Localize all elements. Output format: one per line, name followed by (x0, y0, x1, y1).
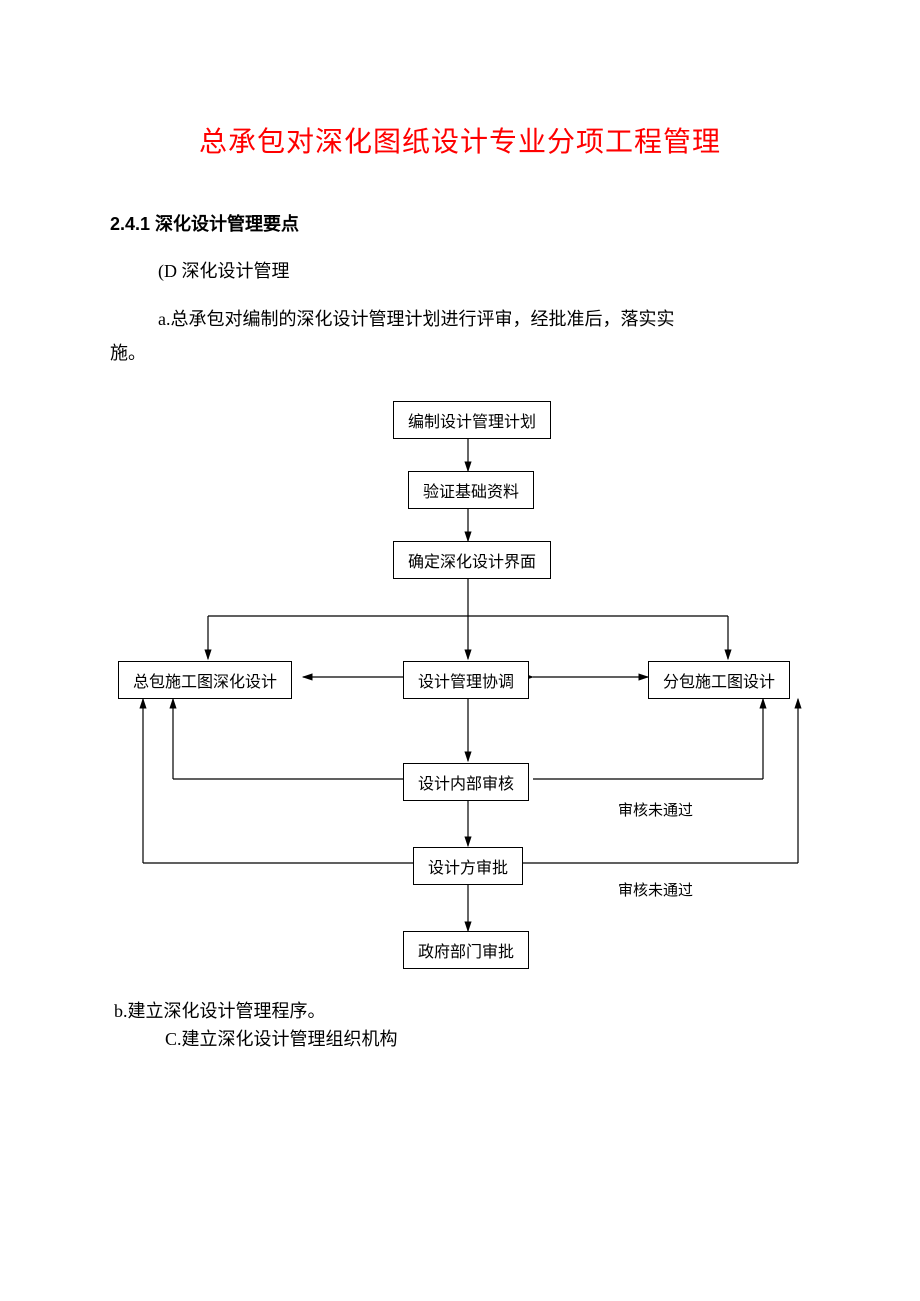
flow-node-plan: 编制设计管理计划 (393, 401, 551, 439)
document-title: 总承包对深化图纸设计专业分项工程管理 (110, 120, 810, 160)
flow-label-fail-1: 审核未通过 (618, 799, 693, 820)
paragraph-a-line2: 施。 (110, 336, 810, 370)
flow-node-internal-review: 设计内部审核 (403, 763, 529, 801)
flow-node-sub-design: 分包施工图设计 (648, 661, 790, 699)
flowchart: 编制设计管理计划 验证基础资料 确定深化设计界面 总包施工图深化设计 设计管理协… (118, 401, 818, 991)
flow-node-gov-approve: 政府部门审批 (403, 931, 529, 969)
flow-node-verify: 验证基础资料 (408, 471, 534, 509)
paragraph-d: (D 深化设计管理 (158, 254, 810, 288)
section-heading: 2.4.1 深化设计管理要点 (110, 210, 810, 236)
flow-node-interface: 确定深化设计界面 (393, 541, 551, 579)
paragraph-a-line1: a.总承包对编制的深化设计管理计划进行评审，经批准后，落实实 (158, 302, 810, 336)
flow-node-gc-design: 总包施工图深化设计 (118, 661, 292, 699)
flow-node-coord: 设计管理协调 (403, 661, 529, 699)
flow-label-fail-2: 审核未通过 (618, 879, 693, 900)
paragraph-b: b.建立深化设计管理程序。 (114, 997, 810, 1023)
document-page: 总承包对深化图纸设计专业分项工程管理 2.4.1 深化设计管理要点 (D 深化设… (0, 0, 920, 1091)
paragraph-c: C.建立深化设计管理组织机构 (165, 1025, 810, 1051)
flow-node-design-approve: 设计方审批 (413, 847, 523, 885)
